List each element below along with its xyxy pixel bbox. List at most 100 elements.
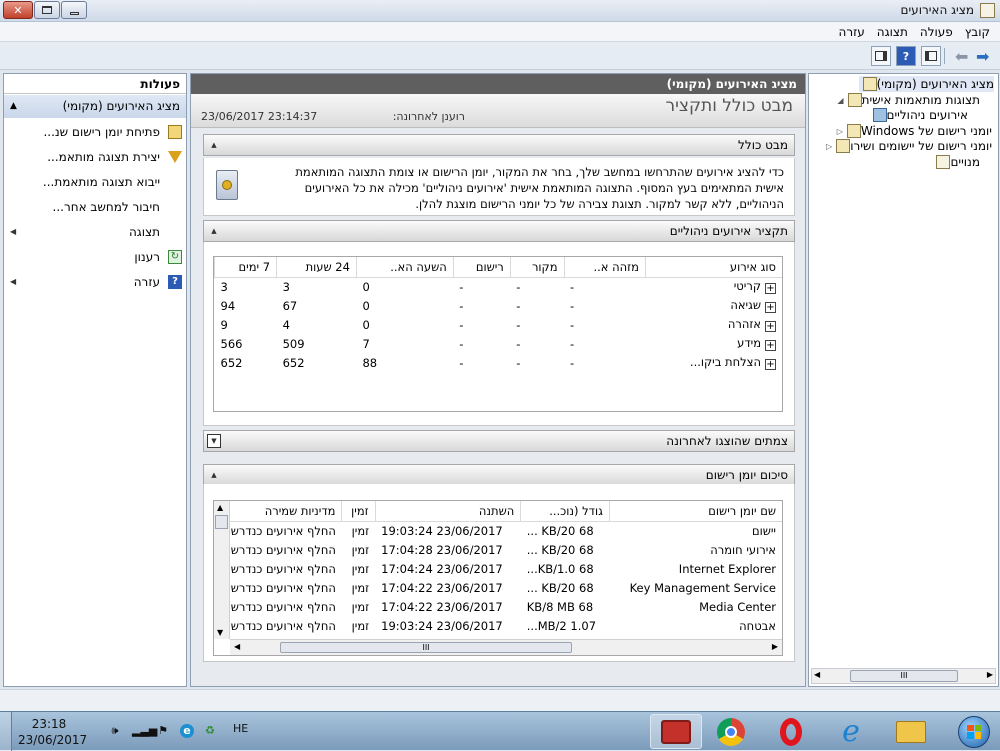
- taskbar-opera[interactable]: [765, 714, 817, 749]
- collapse-icon[interactable]: ▲: [209, 226, 219, 236]
- actions-group-header[interactable]: מציג האירועים (מקומי) ▲: [4, 95, 186, 118]
- help-icon: ?: [168, 275, 182, 289]
- tree-item-administrative-events[interactable]: אירועים ניהוליים: [869, 107, 968, 123]
- menu-help[interactable]: עזרה: [833, 25, 871, 39]
- table-row[interactable]: + הצלחת ביקו... - - - 88 652 652: [215, 353, 783, 372]
- scroll-thumb[interactable]: III: [280, 642, 572, 653]
- forward-icon[interactable]: ➡: [976, 47, 989, 66]
- taskbar-internet-explorer[interactable]: e: [825, 714, 877, 749]
- action-view[interactable]: תצוגה ◀: [6, 220, 182, 244]
- table-vertical-scrollbar[interactable]: ▲ ▼: [214, 501, 230, 639]
- collapsed-arrow-icon[interactable]: ▷: [837, 127, 843, 136]
- log-retention: החלף אירועים כנדרש: [230, 561, 336, 576]
- expand-icon[interactable]: ▼: [207, 434, 221, 448]
- expand-icon[interactable]: +: [765, 302, 776, 313]
- expand-icon[interactable]: +: [765, 283, 776, 295]
- toolbar: ➡ ⬅ ?: [0, 42, 1000, 70]
- scroll-left-icon[interactable]: ◀: [814, 670, 820, 679]
- taskbar-explorer[interactable]: [885, 714, 937, 749]
- table-row[interactable]: אבטחה 1.07 MB/2... 23/06/2017 19:03:24 ז…: [229, 616, 783, 635]
- action-open-saved-log[interactable]: פתיחת יומן רישום שנ...: [6, 120, 182, 144]
- expanded-arrow-icon[interactable]: ◢: [837, 96, 843, 105]
- network-icon[interactable]: ▂▃▅: [132, 724, 157, 738]
- column-header[interactable]: השעה הא..: [355, 257, 454, 278]
- taskbar-clock[interactable]: 23:18 23/06/2017: [18, 716, 87, 748]
- language-indicator[interactable]: HE: [233, 722, 248, 735]
- scroll-thumb[interactable]: [215, 515, 228, 529]
- tree-horizontal-scrollbar[interactable]: ◀ III ▶: [811, 668, 996, 684]
- section-recent-nodes-header[interactable]: צמתים שהוצגו לאחרונה ▼: [203, 430, 795, 452]
- show-hide-console-tree-icon[interactable]: [921, 46, 941, 66]
- minimize-button[interactable]: [61, 1, 87, 19]
- scroll-right-icon[interactable]: ▶: [772, 642, 778, 651]
- table-horizontal-scrollbar[interactable]: ◀ III ▶: [230, 639, 782, 655]
- column-header[interactable]: זמין: [341, 501, 376, 522]
- table-row[interactable]: Internet Explorer 68 KB/1.0... 23/06/201…: [229, 559, 783, 578]
- table-cell: 9: [220, 317, 228, 332]
- action-help[interactable]: ? עזרה ◀: [6, 270, 182, 294]
- expand-icon[interactable]: +: [765, 321, 776, 332]
- column-header[interactable]: מזהה א..: [563, 257, 646, 278]
- column-header[interactable]: 7 ימים: [213, 257, 277, 278]
- tree-item-custom-views[interactable]: ◢ תצוגות מותאמות אישית: [834, 92, 980, 108]
- tree-item-subscriptions[interactable]: מנויים: [932, 154, 980, 170]
- table-row[interactable]: + שגיאה - - - 0 67 94: [215, 296, 783, 315]
- column-header[interactable]: השתנה: [374, 501, 521, 522]
- taskbar-chrome[interactable]: [705, 714, 757, 749]
- table-cell: 94: [220, 298, 236, 313]
- table-row[interactable]: Media Center 68 KB/8 MB 23/06/2017 17:04…: [229, 597, 783, 616]
- column-header[interactable]: רישום: [452, 257, 511, 278]
- ie-tray-icon[interactable]: e: [180, 724, 194, 738]
- start-button[interactable]: [948, 714, 1000, 749]
- collapse-icon[interactable]: ▲: [209, 470, 219, 480]
- expand-icon[interactable]: +: [765, 340, 776, 351]
- menu-file[interactable]: קובץ: [959, 25, 996, 39]
- column-header[interactable]: מקור: [509, 257, 565, 278]
- collapsed-arrow-icon[interactable]: ▷: [826, 142, 832, 151]
- collapse-icon[interactable]: ▲: [10, 95, 17, 118]
- expand-icon[interactable]: +: [765, 359, 776, 370]
- section-overview-header[interactable]: מבט כולל ▲: [203, 134, 795, 156]
- restore-button[interactable]: [34, 1, 60, 19]
- table-row[interactable]: + מידע - - - 7 509 566: [215, 334, 783, 353]
- scroll-up-icon[interactable]: ▲: [217, 503, 223, 512]
- menu-action[interactable]: פעולה: [914, 25, 959, 39]
- scroll-thumb[interactable]: III: [850, 670, 958, 682]
- table-row[interactable]: + קריטי - - - 0 3 3: [215, 277, 783, 296]
- show-desktop-button[interactable]: [0, 712, 12, 751]
- show-hide-action-pane-icon[interactable]: [871, 46, 891, 66]
- event-viewer-icon: [980, 3, 995, 18]
- taskbar-event-viewer[interactable]: [650, 714, 702, 749]
- column-header[interactable]: מדיניות שמירה: [227, 501, 342, 522]
- close-button[interactable]: ✕: [3, 1, 33, 19]
- action-center-flag-icon[interactable]: ⚑: [156, 724, 170, 738]
- column-header[interactable]: גודל (נוכ...: [520, 501, 610, 522]
- tree-item-event-viewer-local[interactable]: מציג האירועים (מקומי): [858, 76, 994, 92]
- volume-icon[interactable]: 🕪: [108, 724, 122, 738]
- table-row[interactable]: + אזהרה - - - 0 4 9: [215, 315, 783, 334]
- admin-events-table: סוג אירוע מזהה א.. מקור רישום השעה הא.. …: [213, 256, 783, 412]
- action-import-custom-view[interactable]: ייבוא תצוגה מותאמת...: [6, 170, 182, 194]
- help-icon[interactable]: ?: [896, 46, 916, 66]
- back-icon[interactable]: ⬅: [955, 47, 968, 66]
- collapse-icon[interactable]: ▲: [209, 140, 219, 150]
- column-header[interactable]: שם יומן רישום: [608, 501, 782, 522]
- scroll-down-icon[interactable]: ▼: [217, 628, 223, 637]
- action-create-custom-view[interactable]: יצירת תצוגה מותאמ...: [6, 145, 182, 169]
- scroll-right-icon[interactable]: ▶: [987, 670, 993, 679]
- tree-item-windows-logs[interactable]: ▷ יומני רישום של Windows: [834, 123, 992, 139]
- action-connect-computer[interactable]: חיבור למחשב אחר...: [6, 195, 182, 219]
- menu-view[interactable]: תצוגה: [871, 25, 914, 39]
- column-header[interactable]: סוג אירוע: [644, 257, 782, 278]
- table-row[interactable]: אירועי חומרה 68 KB/20 ... 23/06/2017 17:…: [229, 540, 783, 559]
- scroll-left-icon[interactable]: ◀: [234, 642, 240, 651]
- section-log-summary-header[interactable]: סיכום יומן רישום ▲: [203, 464, 795, 486]
- security-tray-icon[interactable]: ♻: [203, 724, 217, 738]
- table-row[interactable]: יישום 68 KB/20 ... 23/06/2017 19:03:24 ז…: [229, 521, 783, 540]
- tree-item-label: יומני רישום של Windows: [860, 124, 992, 138]
- tree-item-applications-services-logs[interactable]: ▷ יומני רישום של יישומים ושירו: [823, 138, 992, 154]
- column-header[interactable]: 24 שעות: [276, 257, 357, 278]
- action-refresh[interactable]: ↻ רענון: [6, 245, 182, 269]
- table-row[interactable]: Key Management Service 68 KB/20 ... 23/0…: [229, 578, 783, 597]
- section-admin-summary-header[interactable]: תקציר אירועים ניהוליים ▲: [203, 220, 795, 242]
